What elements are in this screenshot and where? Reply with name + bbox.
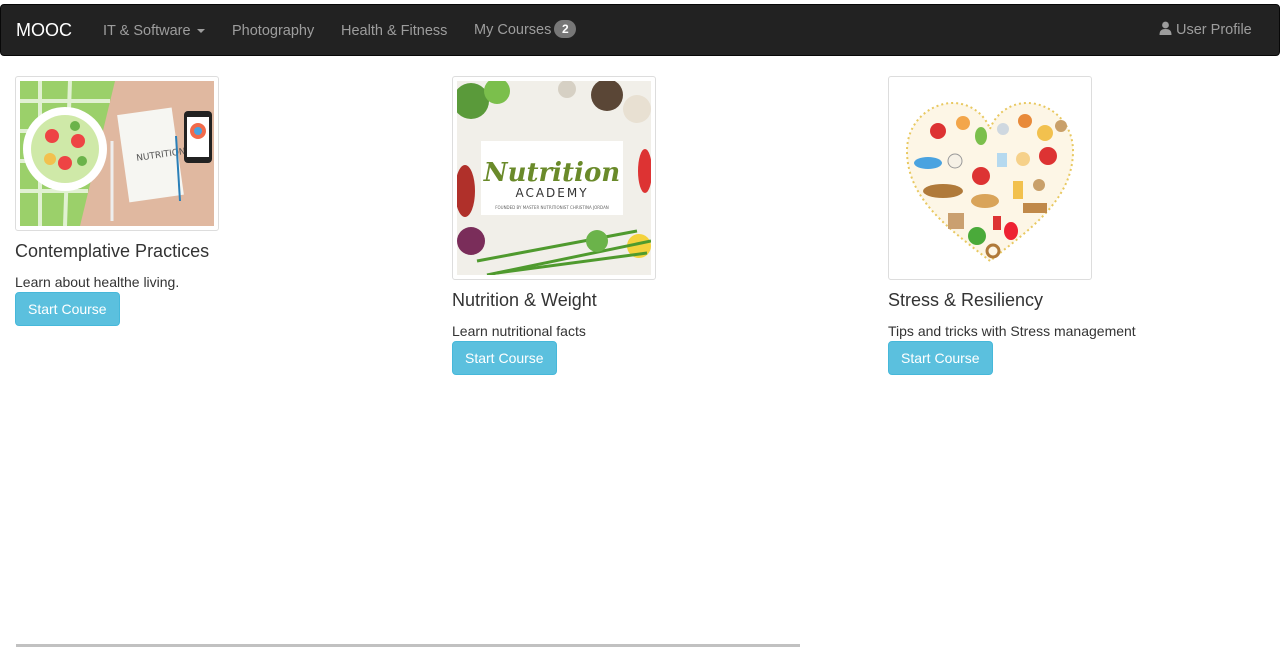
course-description: Learn nutritional facts bbox=[452, 323, 586, 339]
start-course-button[interactable]: Start Course bbox=[452, 341, 557, 375]
nav-item-health-fitness[interactable]: Health & Fitness bbox=[341, 22, 447, 40]
nav-item-my-courses[interactable]: My Courses 2 bbox=[474, 20, 577, 39]
nav-item-photography[interactable]: Photography bbox=[232, 22, 314, 40]
course-card: Nutrition ACADEMY FOUNDED BY MASTER NUTR… bbox=[452, 76, 872, 375]
user-profile-link[interactable]: User Profile bbox=[1159, 21, 1252, 39]
course-thumbnail[interactable]: Nutrition ACADEMY FOUNDED BY MASTER NUTR… bbox=[452, 76, 656, 280]
image-title-caps: ACADEMY bbox=[515, 186, 588, 200]
course-card: NUTRITION 101 Contemplative Practices Le… bbox=[15, 76, 435, 326]
user-profile-label: User Profile bbox=[1176, 22, 1252, 38]
image-subtitle: FOUNDED BY MASTER NUTRITIONIST CHRISTINA… bbox=[495, 205, 609, 210]
course-description: Tips and tricks with Stress management bbox=[888, 323, 1136, 339]
course-thumbnail[interactable]: NUTRITION 101 bbox=[15, 76, 219, 231]
course-thumbnail[interactable] bbox=[888, 76, 1092, 280]
course-title: Nutrition & Weight bbox=[452, 290, 597, 310]
image-title-script: Nutrition bbox=[483, 158, 620, 188]
top-navbar: MOOC IT & Software Photography Health & … bbox=[0, 4, 1280, 56]
food-heart-image bbox=[893, 81, 1087, 275]
course-card: Stress & Resiliency Tips and tricks with… bbox=[888, 76, 1280, 375]
start-course-button[interactable]: Start Course bbox=[888, 341, 993, 375]
brand-logo[interactable]: MOOC bbox=[16, 20, 72, 40]
course-title: Stress & Resiliency bbox=[888, 290, 1044, 310]
salad-notebook-image: NUTRITION 101 bbox=[20, 81, 214, 226]
nav-item-label: My Courses bbox=[474, 22, 552, 38]
course-description: Learn about healthe living. bbox=[15, 274, 180, 290]
nav-item-it-software[interactable]: IT & Software bbox=[103, 22, 205, 40]
nutrition-academy-image: Nutrition ACADEMY FOUNDED BY MASTER NUTR… bbox=[457, 81, 651, 275]
start-course-button[interactable]: Start Course bbox=[15, 292, 120, 326]
courses-count-badge: 2 bbox=[554, 20, 577, 38]
nav-item-label: IT & Software bbox=[103, 23, 191, 39]
caret-down-icon bbox=[196, 29, 205, 34]
course-title: Contemplative Practices bbox=[15, 241, 210, 261]
user-icon bbox=[1159, 21, 1172, 35]
